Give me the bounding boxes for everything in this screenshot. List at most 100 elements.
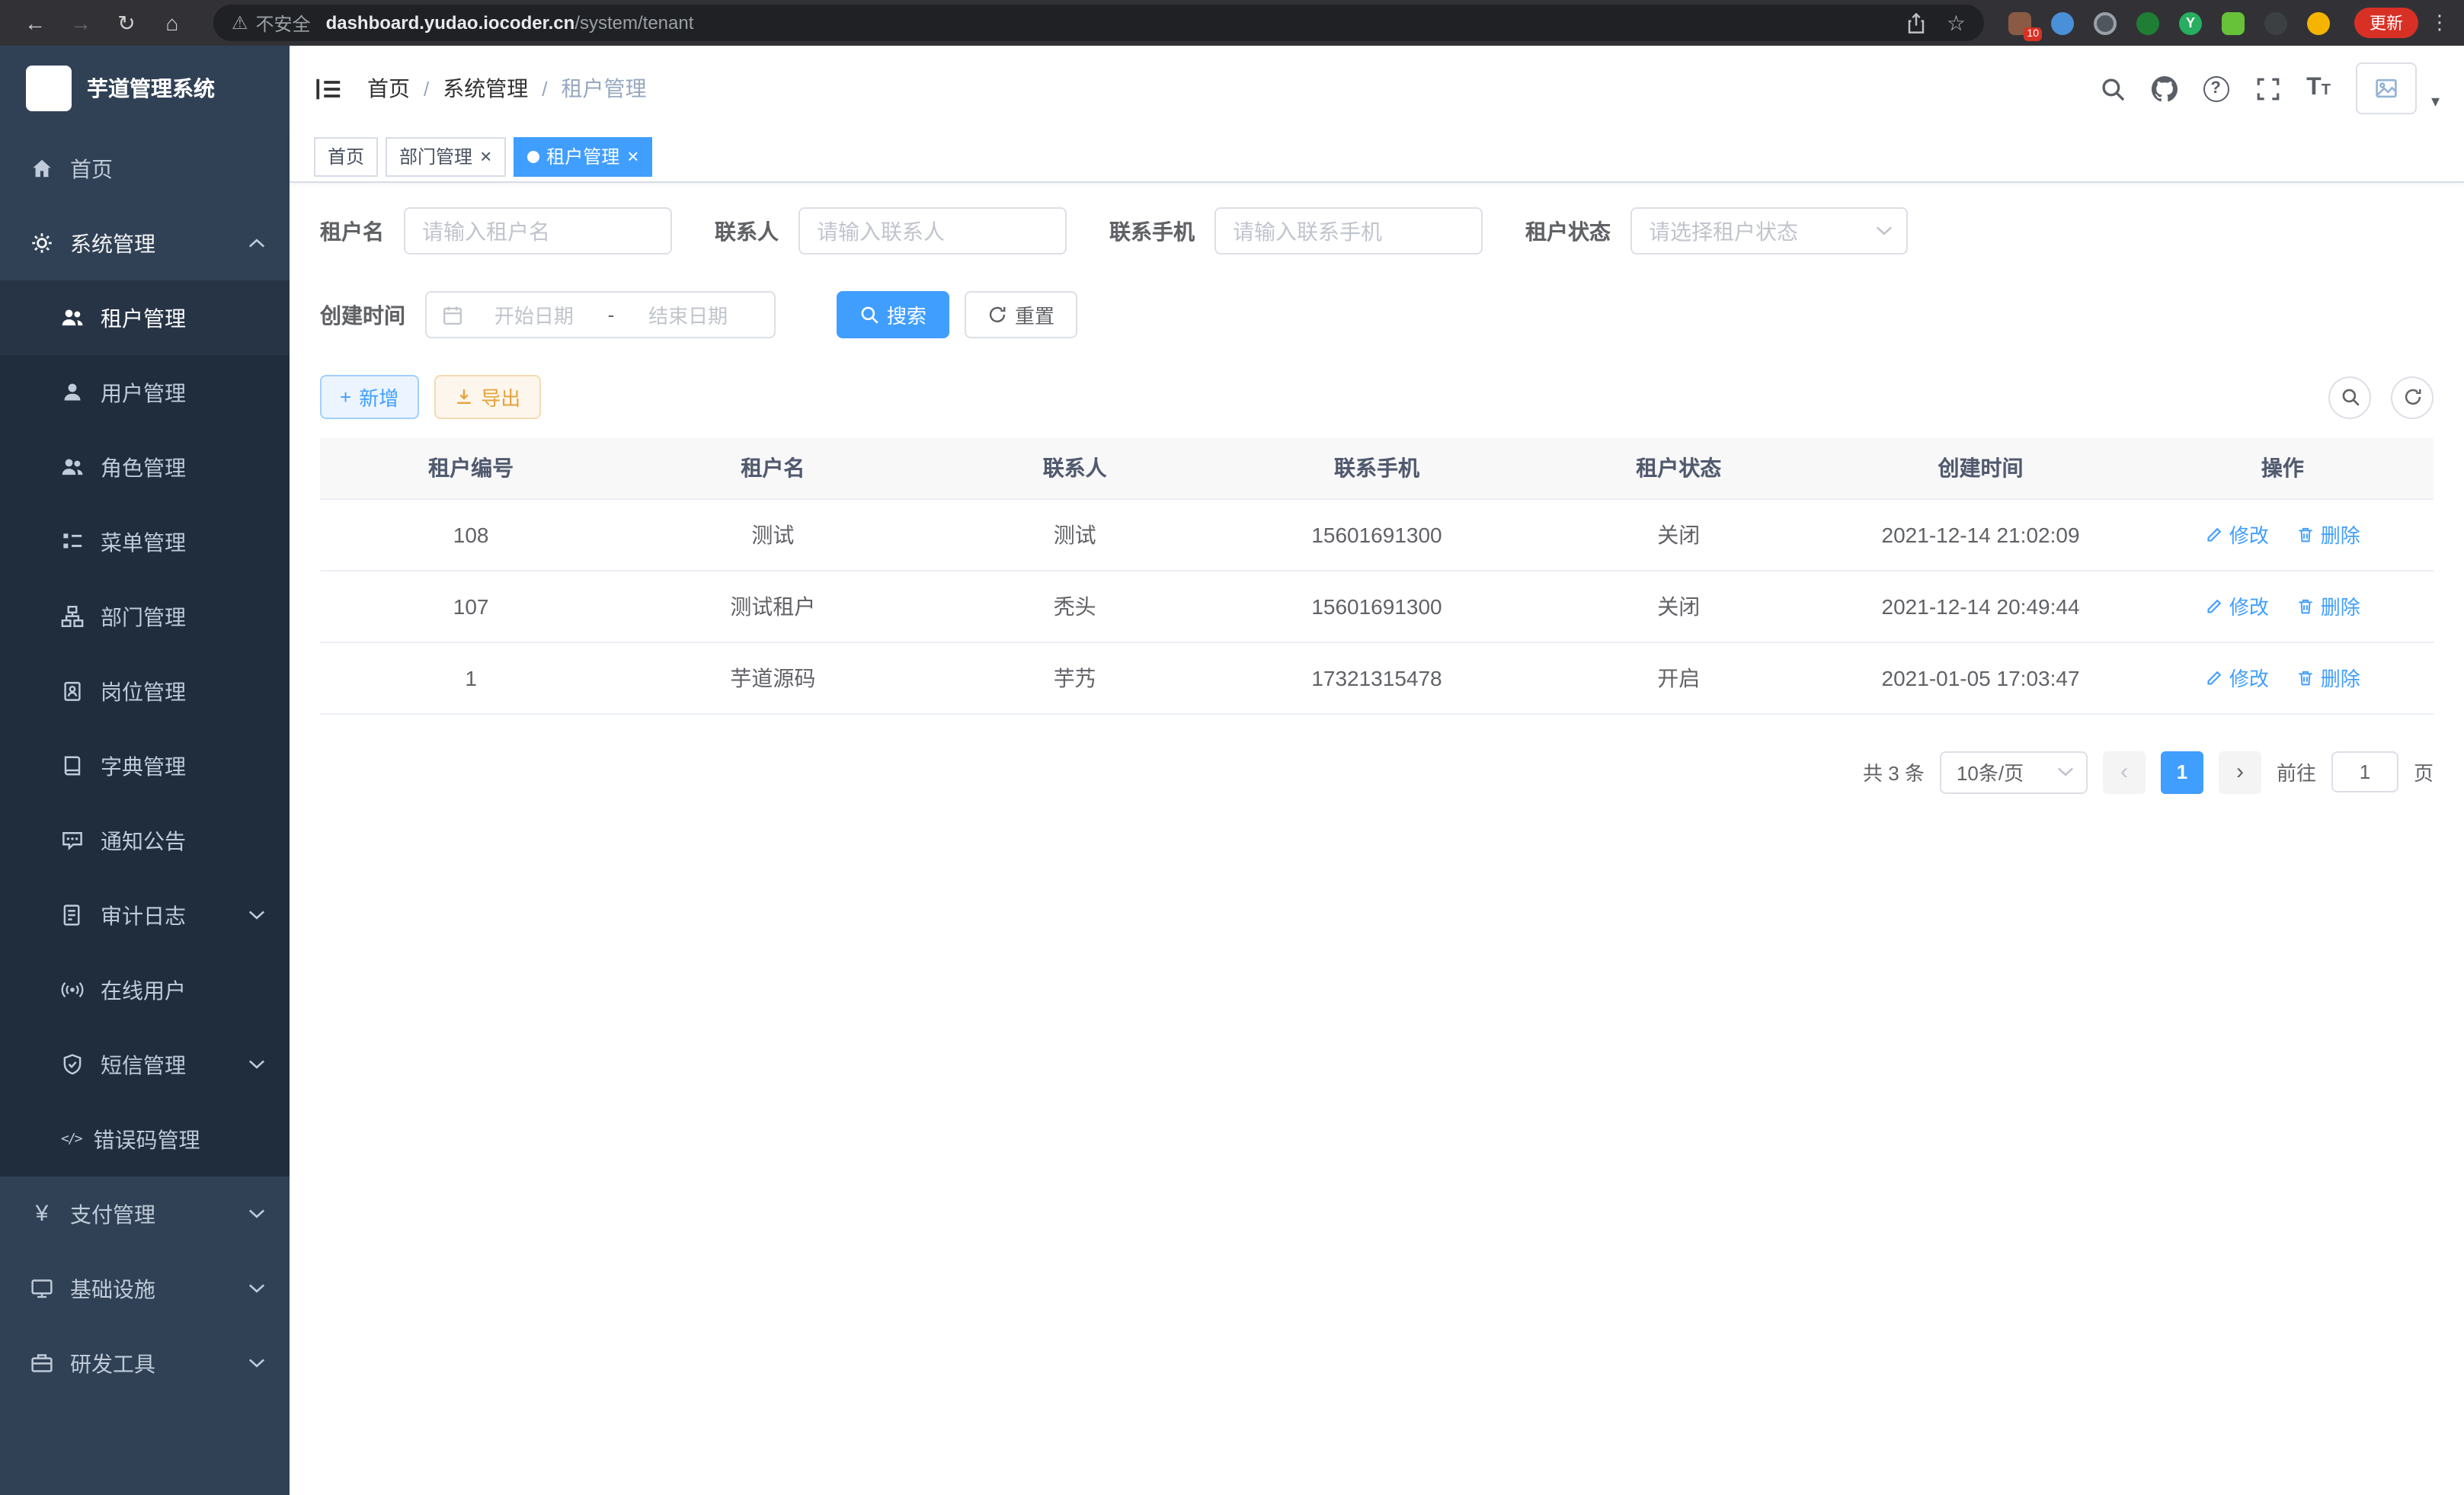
share-icon[interactable] (1906, 11, 1928, 34)
phone-input[interactable] (1214, 207, 1483, 255)
column-header: 创建时间 (1829, 437, 2131, 498)
table-toolbar: + 新增 导出 (320, 375, 2434, 419)
browser-update-button[interactable]: 更新 (2354, 8, 2418, 38)
fullscreen-icon[interactable] (2254, 75, 2280, 101)
sidebar-item-dept-management[interactable]: 部门管理 (0, 579, 290, 654)
table-row: 107 测试租户 秃头 15601691300 关闭 2021-12-14 20… (320, 570, 2434, 642)
trash-icon (2296, 668, 2315, 687)
warning-icon: ⚠ (232, 12, 248, 34)
sidebar-item-sms-management[interactable]: 短信管理 (0, 1027, 290, 1102)
search-button[interactable]: 搜索 (837, 291, 949, 338)
sidebar-item-system-management[interactable]: 系统管理 (0, 206, 290, 280)
logo-image (26, 66, 72, 111)
refresh-table-button[interactable] (2391, 376, 2434, 418)
sidebar-item-audit-log[interactable]: 审计日志 (0, 878, 290, 952)
address-bar[interactable]: ⚠ 不安全 dashboard.yudao.iocoder.cn /system… (213, 5, 1984, 41)
home-icon (30, 157, 53, 180)
create-time-label: 创建时间 (320, 299, 405, 330)
forward-button[interactable]: → (58, 3, 104, 43)
cell-actions: 修改 删除 (2132, 498, 2434, 570)
sidebar-item-role-management[interactable]: 角色管理 (0, 430, 290, 504)
contact-label: 联系人 (715, 216, 779, 246)
delete-link[interactable]: 删除 (2296, 520, 2360, 549)
sidebar-item-payment-management[interactable]: ¥ 支付管理 (0, 1176, 290, 1251)
sidebar-item-user-management[interactable]: 用户管理 (0, 355, 290, 430)
breadcrumb-item[interactable]: 系统管理 (443, 73, 528, 104)
security-label[interactable]: 不安全 (256, 10, 311, 36)
show-search-button[interactable] (2328, 376, 2371, 418)
sidebar-item-post-management[interactable]: 岗位管理 (0, 654, 290, 728)
extension-icon-6[interactable] (2222, 11, 2245, 34)
tenant-status-select[interactable]: 请选择租户状态 (1630, 207, 1908, 255)
edit-link[interactable]: 修改 (2205, 663, 2269, 692)
tab-tenant-management[interactable]: 租户管理 × (513, 136, 652, 176)
cell-contact: 测试 (924, 498, 1226, 570)
add-button[interactable]: + 新增 (320, 375, 418, 419)
extension-icon-3[interactable] (2094, 11, 2117, 34)
browser-menu-icon[interactable]: ⋮ (2427, 11, 2452, 35)
create-time-range-picker[interactable]: 开始日期 - 结束日期 (425, 291, 776, 338)
calendar-icon (442, 304, 463, 325)
chevron-down-icon (248, 1208, 265, 1219)
edit-icon (2205, 668, 2223, 687)
breadcrumb-item[interactable]: 首页 (367, 73, 410, 104)
sidebar-collapse-icon[interactable] (314, 74, 343, 103)
sidebar-item-home[interactable]: 首页 (0, 131, 290, 206)
extension-icon-8[interactable] (2307, 11, 2330, 34)
edit-link[interactable]: 修改 (2205, 520, 2269, 549)
github-icon[interactable] (2151, 75, 2177, 101)
home-button[interactable]: ⌂ (149, 3, 195, 43)
extension-icon-7[interactable] (2264, 11, 2287, 34)
prev-page-button[interactable]: ‹ (2103, 751, 2146, 793)
total-count: 共 3 条 (1863, 757, 1925, 786)
sidebar-item-online-users[interactable]: 在线用户 (0, 952, 290, 1027)
sidebar-item-infrastructure[interactable]: 基础设施 (0, 1251, 290, 1326)
cell-actions: 修改 删除 (2132, 570, 2434, 642)
caret-down-icon[interactable]: ▾ (2431, 91, 2440, 110)
chevron-down-icon (248, 1059, 265, 1070)
page-size-select[interactable]: 10条/页 (1940, 751, 2088, 793)
back-button[interactable]: ← (12, 3, 58, 43)
tab-dept-management[interactable]: 部门管理 × (386, 136, 505, 176)
search-icon[interactable] (2099, 75, 2125, 101)
close-icon[interactable]: × (480, 146, 491, 166)
sidebar-item-menu-management[interactable]: 菜单管理 (0, 504, 290, 579)
tenant-name-input[interactable] (404, 207, 672, 255)
tab-home[interactable]: 首页 (314, 136, 378, 176)
goto-page-input[interactable] (2331, 751, 2398, 792)
column-header: 联系手机 (1226, 437, 1528, 498)
cell-created: 2021-01-05 17:03:47 (1829, 642, 2131, 713)
close-icon[interactable]: × (627, 146, 638, 166)
export-button[interactable]: 导出 (434, 375, 540, 419)
contact-input[interactable] (798, 207, 1067, 255)
extension-icon-1[interactable]: 10 (2008, 11, 2031, 34)
refresh-icon (987, 305, 1007, 325)
edit-link[interactable]: 修改 (2205, 591, 2269, 620)
cell-phone: 15601691300 (1226, 570, 1528, 642)
sidebar-item-notice[interactable]: 通知公告 (0, 803, 290, 878)
delete-link[interactable]: 删除 (2296, 591, 2360, 620)
column-header: 租户名 (622, 437, 923, 498)
help-icon[interactable]: ? (2203, 75, 2229, 101)
page-1-button[interactable]: 1 (2161, 751, 2203, 793)
delete-link[interactable]: 删除 (2296, 663, 2360, 692)
cell-status: 开启 (1528, 642, 1829, 713)
next-page-button[interactable]: › (2219, 751, 2261, 793)
extension-icon-2[interactable] (2051, 11, 2074, 34)
browser-toolbar: ← → ↻ ⌂ ⚠ 不安全 dashboard.yudao.iocoder.cn… (0, 0, 2464, 46)
reset-button[interactable]: 重置 (965, 291, 1077, 338)
yen-icon: ¥ (30, 1201, 53, 1227)
sidebar-item-dev-tools[interactable]: 研发工具 (0, 1326, 290, 1401)
extension-icon-4[interactable] (2136, 11, 2159, 34)
extension-icon-5[interactable]: Y (2179, 11, 2202, 34)
edit-icon (2205, 597, 2223, 615)
sidebar-item-dict-management[interactable]: 字典管理 (0, 728, 290, 803)
font-size-icon[interactable]: TT (2306, 76, 2331, 101)
bookmark-star-icon[interactable]: ☆ (1947, 10, 1966, 36)
code-icon: </> (61, 1132, 82, 1147)
sidebar-item-tenant-management[interactable]: 租户管理 (0, 280, 290, 355)
avatar[interactable] (2357, 62, 2418, 114)
cell-status: 关闭 (1528, 570, 1829, 642)
sidebar-item-error-code-management[interactable]: </> 错误码管理 (0, 1102, 290, 1176)
reload-button[interactable]: ↻ (104, 3, 149, 43)
